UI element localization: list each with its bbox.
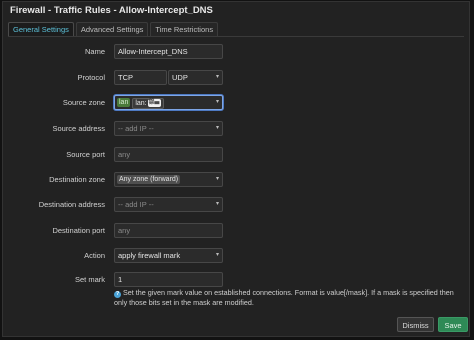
destination-port-label: Destination port [52,226,105,235]
protocol-value-2: UDP [172,73,188,82]
name-row: Name Allow-Intercept_DNS [3,44,471,60]
chevron-down-icon: ▾ [215,176,219,182]
destination-zone-row: Destination zone Any zone (forward) ▾ [3,172,471,188]
source-port-label: Source port [66,150,105,159]
protocol-value: TCP [118,73,133,82]
action-select[interactable]: apply firewall mark ▾ [114,248,223,263]
chevron-down-icon: ▾ [215,74,219,80]
chevron-down-icon: ▾ [215,99,219,105]
name-label: Name [84,47,105,56]
destination-port-row: Destination port any [3,223,471,239]
tab-time-restrictions[interactable]: Time Restrictions [150,22,219,36]
source-address-select[interactable]: -- add IP -- ▾ [114,121,223,136]
name-input[interactable]: Allow-Intercept_DNS [114,44,223,59]
zone-badge-lan: lan [117,98,131,107]
destination-address-row: Destination address -- add IP -- ▾ [3,197,471,213]
protocol-select[interactable]: TCP [114,70,167,85]
action-row: Action apply firewall mark ▾ [3,248,471,264]
set-mark-input[interactable]: 1 [114,272,223,287]
set-mark-row: Set mark 1 [3,272,471,288]
set-mark-help: ? Set the given mark value on established… [114,288,464,308]
chevron-down-icon: ▾ [215,201,219,207]
source-zone-label: Source zone [62,98,105,107]
tab-bar: General Settings Advanced Settings Time … [8,22,220,36]
zone-badge-any: Any zone (forward) [117,175,181,184]
destination-address-select[interactable]: -- add IP -- ▾ [114,197,223,212]
dismiss-button[interactable]: Dismiss [397,317,434,332]
chevron-down-icon: ▾ [215,125,219,131]
destination-zone-select[interactable]: Any zone (forward) ▾ [114,172,223,187]
source-port-input[interactable]: any [114,147,223,162]
zone-lan-text: lan: [135,100,147,107]
tab-divider [8,36,464,37]
help-icon: ? [114,291,121,298]
destination-address-label: Destination address [38,200,105,209]
set-mark-label: Set mark [74,275,105,284]
destination-zone-label: Destination zone [49,175,105,184]
source-zone-select[interactable]: lan lan: ⛆☰ ▾ [114,95,223,110]
rule-dialog: Firewall - Traffic Rules - Allow-Interce… [2,1,470,337]
set-mark-help-text: Set the given mark value on established … [114,288,454,307]
protocol-select-2[interactable]: UDP ▾ [168,70,223,85]
protocol-row: Protocol TCP UDP ▾ [3,70,471,86]
chevron-down-icon: ▾ [215,252,219,258]
network-icon: ⛆☰ [147,99,161,107]
source-port-row: Source port any [3,147,471,163]
protocol-label: Protocol [77,73,105,82]
source-address-row: Source address -- add IP -- ▾ [3,121,471,137]
tab-general-settings[interactable]: General Settings [8,22,74,36]
destination-port-input[interactable]: any [114,223,223,238]
source-address-placeholder: -- add IP -- [118,124,154,133]
action-label: Action [84,251,105,260]
zone-network-label: lan: ⛆☰ [132,98,164,109]
source-address-label: Source address [52,124,105,133]
action-value: apply firewall mark [118,251,181,260]
tab-advanced-settings[interactable]: Advanced Settings [75,22,149,36]
save-button[interactable]: Save [438,317,468,332]
dialog-title: Firewall - Traffic Rules - Allow-Interce… [10,5,213,16]
destination-address-placeholder: -- add IP -- [118,200,154,209]
source-zone-row: Source zone lan lan: ⛆☰ ▾ [3,95,471,111]
